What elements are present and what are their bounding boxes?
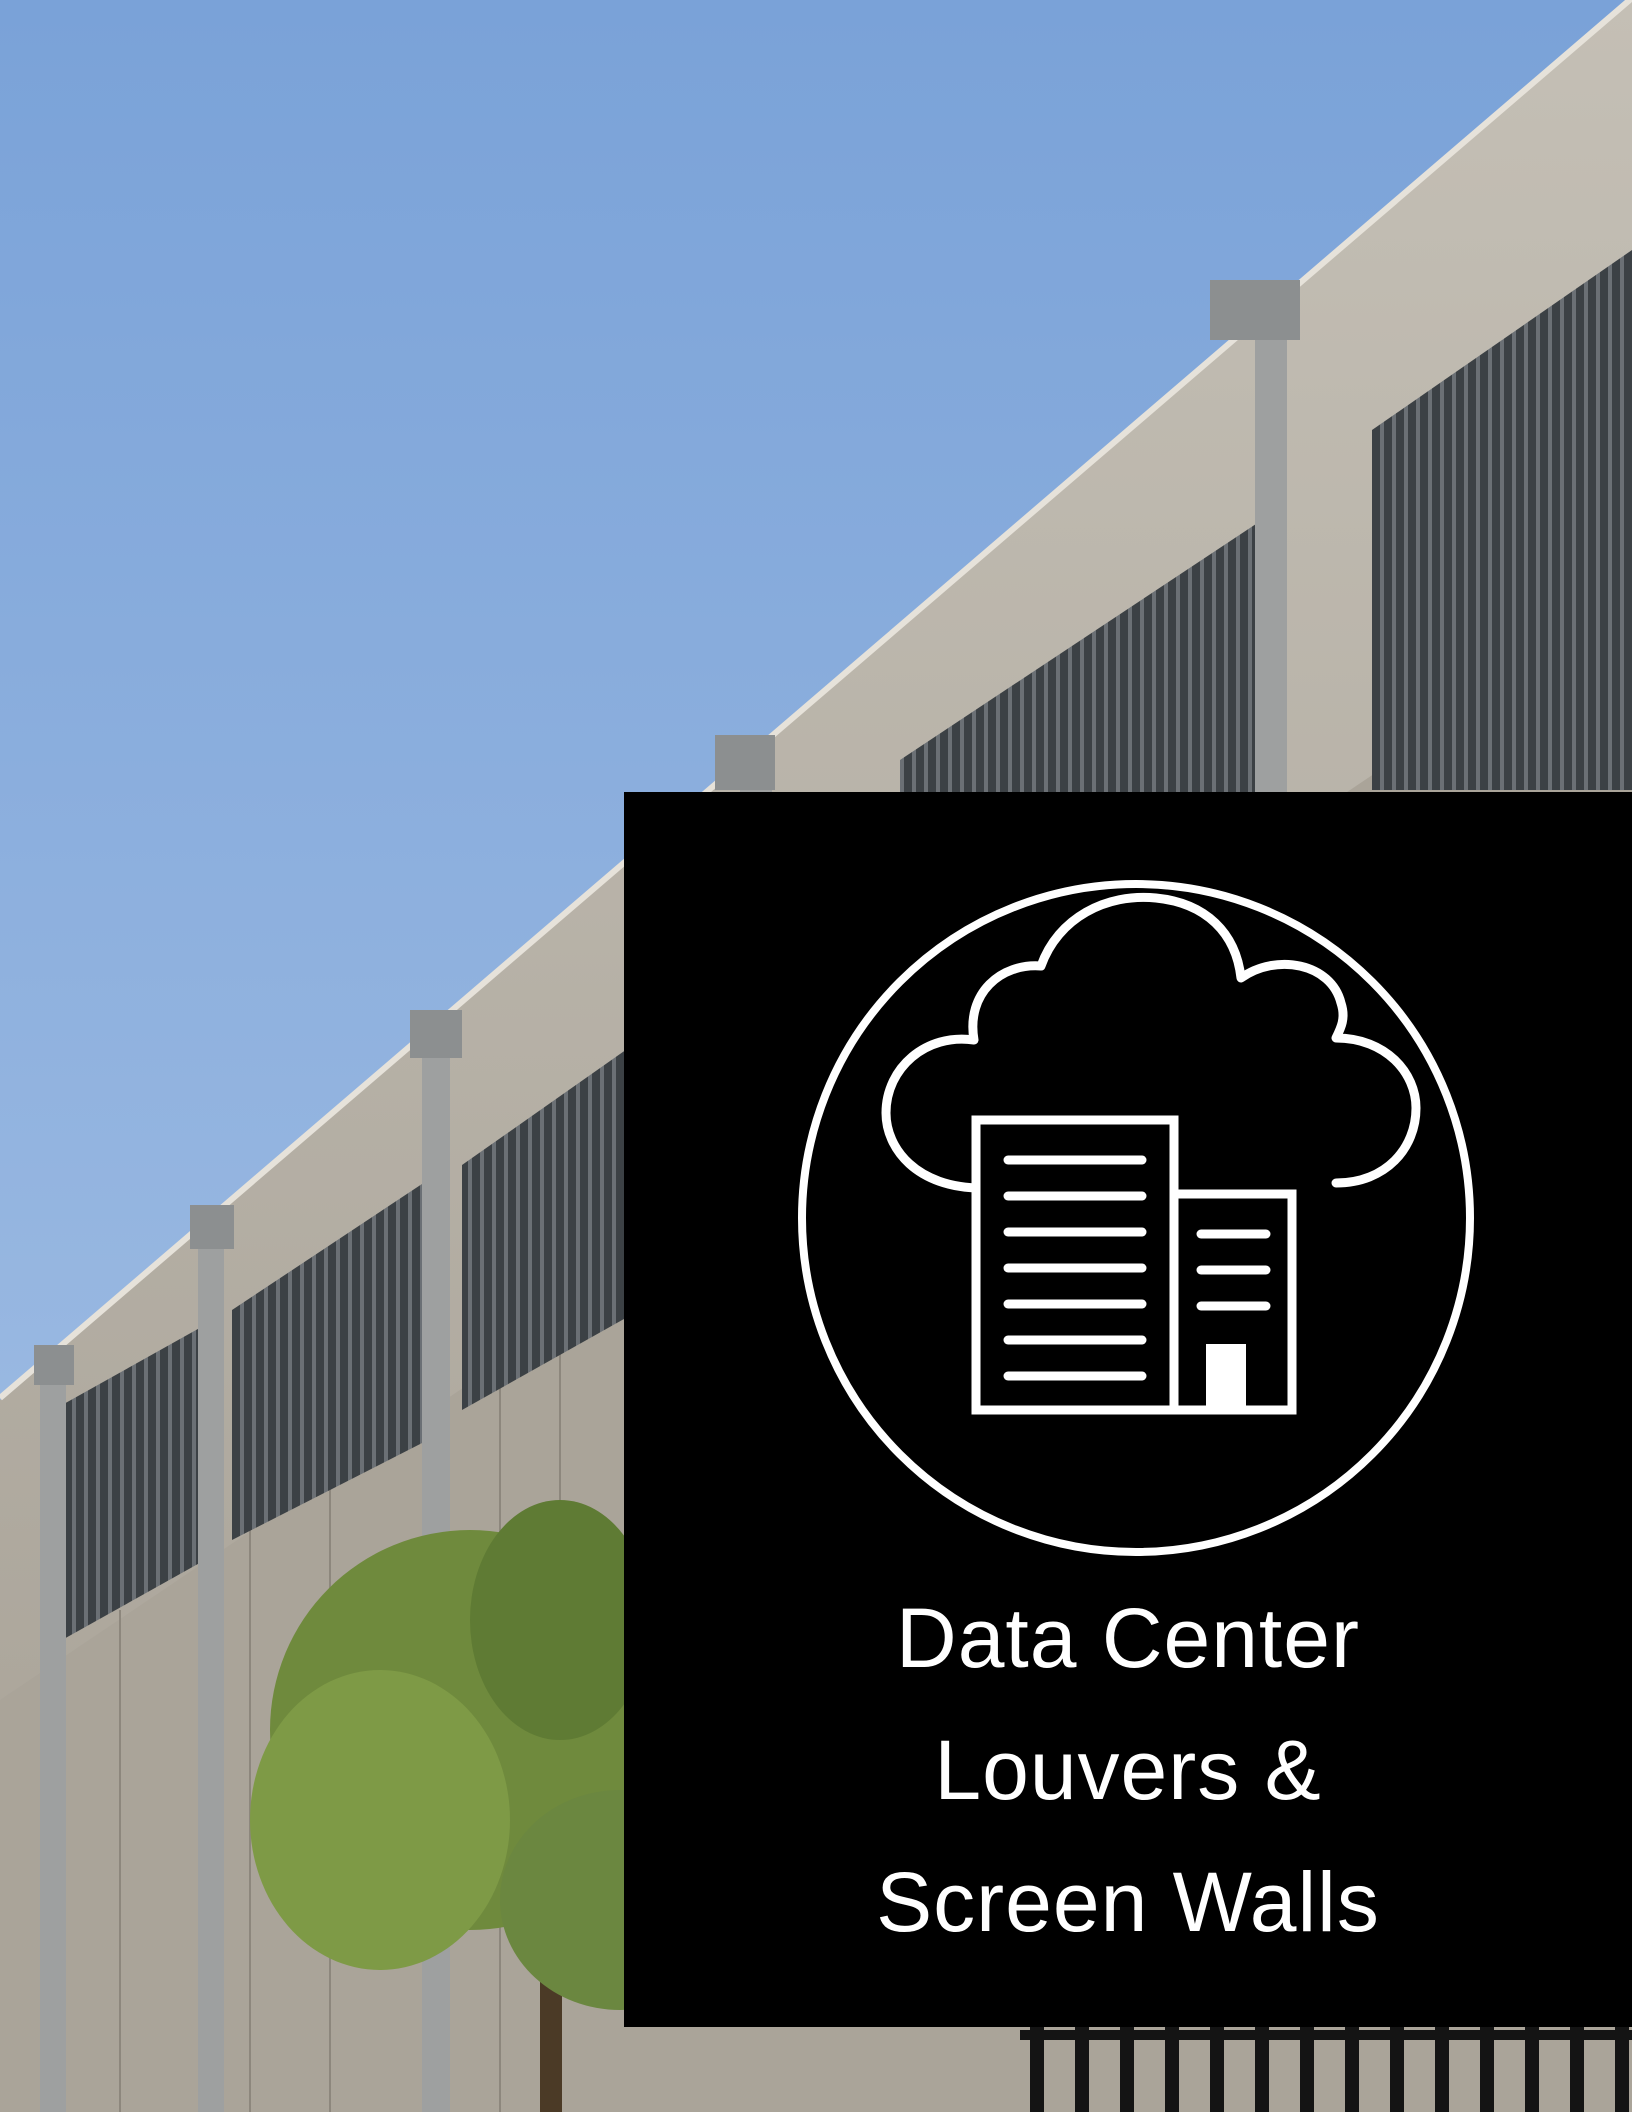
caption-line-2: Louvers &: [934, 1723, 1322, 1817]
caption-line-1: Data Center: [896, 1591, 1360, 1685]
panel-caption: Data Center Louvers & Screen Walls: [624, 1572, 1632, 1968]
cloud-building-icon: [798, 880, 1474, 1556]
title-panel: Data Center Louvers & Screen Walls: [624, 792, 1632, 2027]
caption-line-3: Screen Walls: [876, 1855, 1380, 1949]
